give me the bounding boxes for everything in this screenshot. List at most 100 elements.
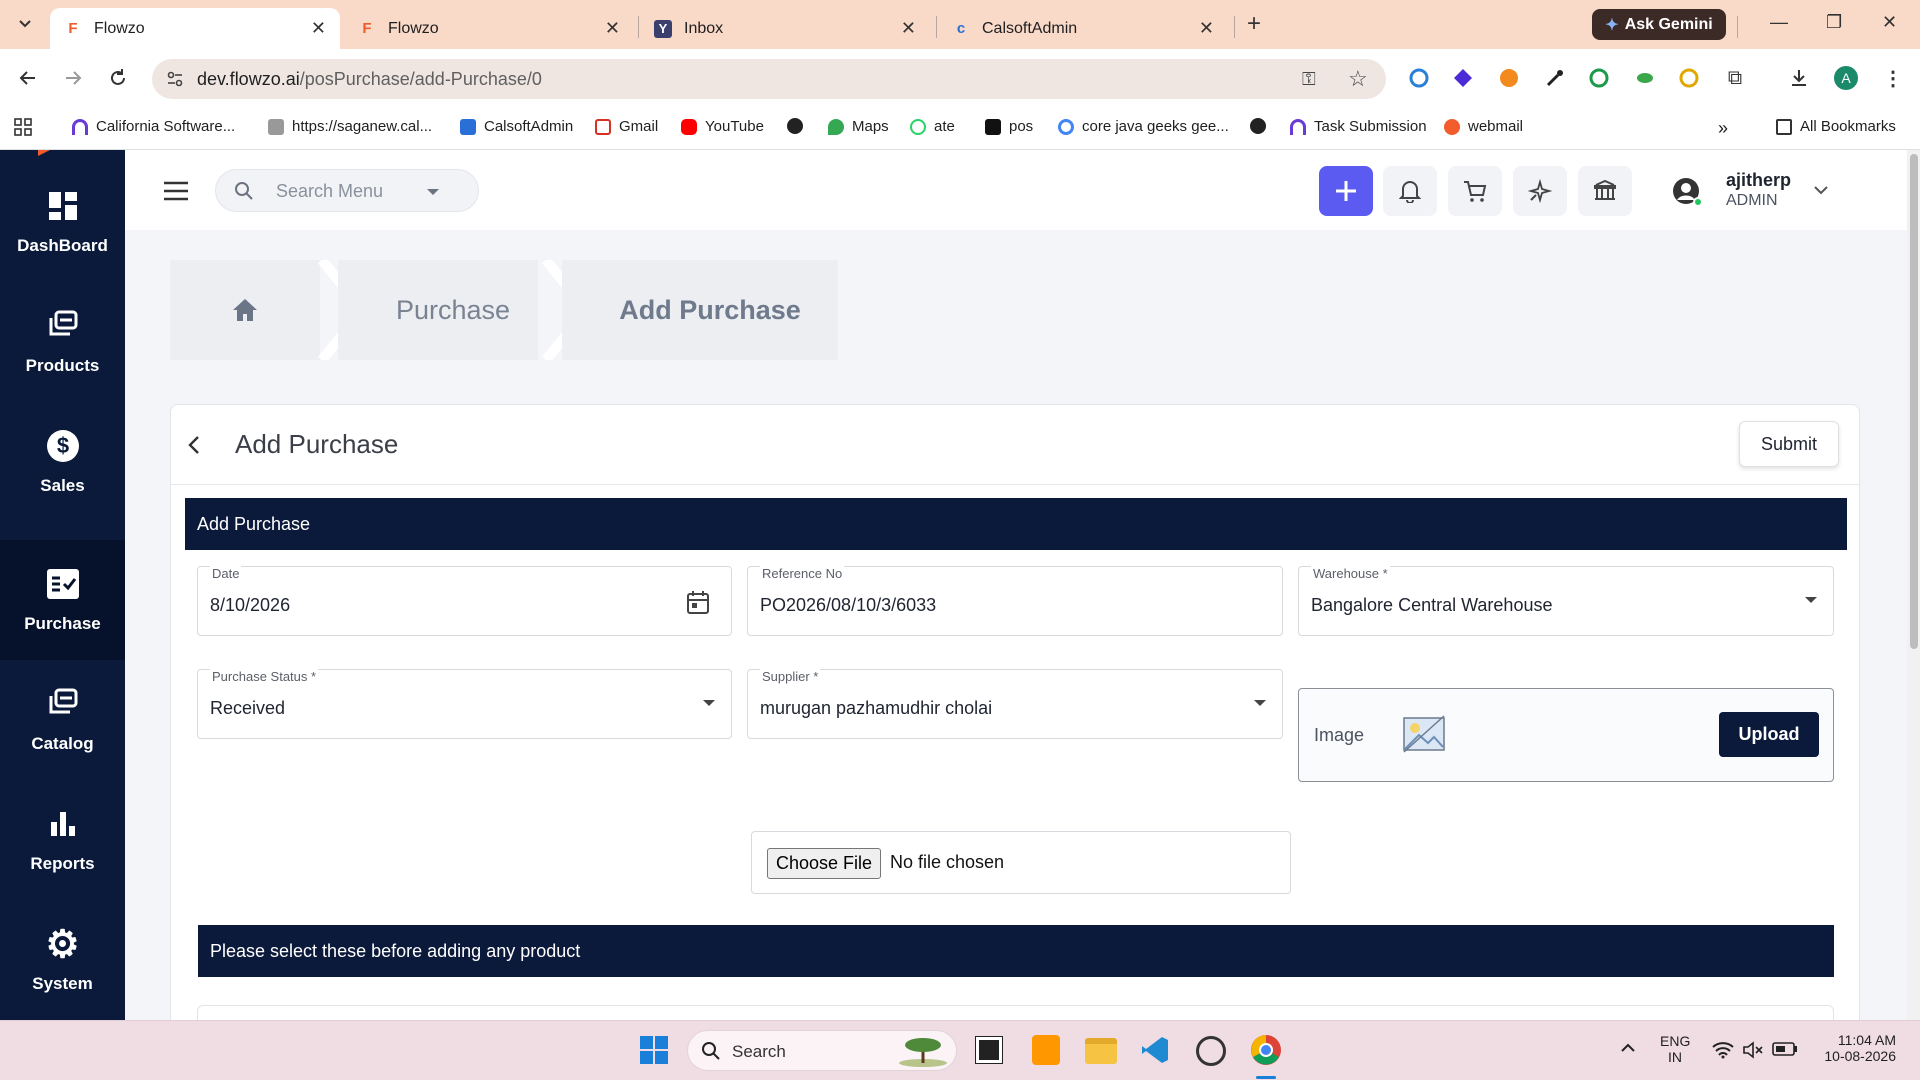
sidebar-item-dashboard[interactable]: DashBoard bbox=[0, 162, 125, 282]
address-bar[interactable]: dev.flowzo.ai/posPurchase/add-Purchase/0… bbox=[152, 59, 1386, 99]
chrome-icon[interactable] bbox=[1250, 1034, 1282, 1066]
language-indicator[interactable]: ENG IN bbox=[1660, 1033, 1690, 1065]
tab-separator bbox=[638, 16, 639, 38]
user-menu-chevron-down-icon[interactable] bbox=[1813, 184, 1829, 196]
site-settings-icon[interactable] bbox=[166, 70, 184, 88]
sidebar-item-label: Purchase bbox=[24, 614, 101, 633]
dropdown-arrow-icon bbox=[1254, 700, 1266, 706]
store-button[interactable] bbox=[1578, 166, 1632, 216]
bookmark-saganew[interactable]: https://saganew.cal... bbox=[268, 118, 432, 135]
bookmark-calsoftadmin[interactable]: CalsoftAdmin bbox=[460, 118, 573, 135]
clock[interactable]: 11:04 AM 10-08-2026 bbox=[1812, 1032, 1896, 1064]
apps-grid-icon[interactable] bbox=[14, 118, 32, 136]
choose-file-button[interactable]: Choose File bbox=[767, 848, 882, 879]
bookmark-task-submission[interactable]: Task Submission bbox=[1290, 118, 1427, 135]
password-key-icon[interactable]: ⚿ bbox=[1302, 69, 1316, 90]
quick-add-button[interactable] bbox=[1319, 166, 1373, 216]
bookmark-core-java[interactable]: core java geeks gee... bbox=[1058, 118, 1229, 135]
sidebar-item-sales[interactable]: $ Sales bbox=[0, 402, 125, 522]
browser-tab-inbox[interactable]: Y Inbox ✕ bbox=[640, 8, 930, 49]
cart-button[interactable] bbox=[1448, 166, 1502, 216]
bookmark-gmail[interactable]: Gmail bbox=[595, 118, 658, 135]
extension-orange-icon[interactable] bbox=[1496, 65, 1522, 91]
dollar-icon: $ bbox=[45, 428, 81, 464]
warehouse-select[interactable]: Warehouse * Bangalore Central Warehouse bbox=[1298, 566, 1834, 636]
bookmark-maps[interactable]: Maps bbox=[828, 118, 889, 135]
search-menu-input[interactable]: Search Menu bbox=[215, 169, 479, 212]
submit-button[interactable]: Submit bbox=[1739, 421, 1839, 467]
back-chevron-icon[interactable] bbox=[187, 435, 201, 455]
close-tab-icon[interactable]: ✕ bbox=[311, 18, 326, 39]
breadcrumb-item-purchase[interactable]: Purchase bbox=[338, 260, 538, 360]
profile-avatar[interactable]: A bbox=[1834, 66, 1858, 90]
bookmark-youtube[interactable]: YouTube bbox=[681, 118, 764, 135]
chevron-down-icon[interactable] bbox=[427, 189, 439, 195]
task-view-icon[interactable] bbox=[975, 1036, 1003, 1064]
page-scrollbar[interactable] bbox=[1907, 150, 1920, 1020]
breadcrumb-label: Add Purchase bbox=[619, 294, 801, 325]
sublime-text-icon[interactable] bbox=[1032, 1035, 1060, 1065]
sidebar-item-catalog[interactable]: Catalog bbox=[0, 660, 125, 780]
bookmark-globe-2[interactable] bbox=[1250, 118, 1274, 134]
extension-leaf-icon[interactable] bbox=[1632, 65, 1658, 91]
bookmark-california-software[interactable]: California Software... bbox=[72, 118, 235, 135]
bookmark-ate[interactable]: ate bbox=[910, 118, 955, 135]
supplier-select[interactable]: Supplier * murugan pazhamudhir cholai bbox=[747, 669, 1283, 739]
scrollbar-thumb[interactable] bbox=[1910, 154, 1918, 649]
breadcrumb-home[interactable] bbox=[170, 260, 320, 360]
hamburger-menu-icon[interactable] bbox=[163, 181, 189, 201]
extensions-puzzle-icon[interactable]: ⧉ bbox=[1722, 65, 1748, 91]
search-icon bbox=[701, 1041, 721, 1061]
close-tab-icon[interactable]: ✕ bbox=[605, 18, 620, 39]
ask-gemini-button[interactable]: ✦ Ask Gemini bbox=[1592, 9, 1726, 40]
extension-blue-icon[interactable] bbox=[1406, 65, 1432, 91]
forward-arrow-icon[interactable] bbox=[60, 65, 86, 91]
calendar-icon[interactable] bbox=[687, 590, 709, 614]
close-window-icon[interactable]: ✕ bbox=[1882, 12, 1897, 33]
purchase-icon bbox=[45, 566, 81, 602]
reference-no-field[interactable]: Reference No PO2026/08/10/3/6033 bbox=[747, 566, 1283, 636]
volume-muted-icon[interactable] bbox=[1742, 1041, 1764, 1059]
show-hidden-icons-chevron-icon[interactable] bbox=[1620, 1043, 1636, 1053]
browser-tab-flowzo-active[interactable]: F Flowzo ✕ bbox=[50, 8, 340, 49]
purchase-status-select[interactable]: Purchase Status * Received bbox=[197, 669, 732, 739]
extension-purple-icon[interactable] bbox=[1450, 65, 1476, 91]
bookmark-globe[interactable] bbox=[787, 118, 811, 134]
back-arrow-icon[interactable] bbox=[15, 65, 41, 91]
new-tab-plus-icon[interactable]: + bbox=[1247, 10, 1261, 38]
ai-sparkle-button[interactable] bbox=[1513, 166, 1567, 216]
taskbar-search-box[interactable]: Search bbox=[687, 1030, 957, 1071]
extension-green-icon[interactable] bbox=[1586, 65, 1612, 91]
windows-start-icon[interactable] bbox=[640, 1036, 668, 1064]
bookmark-pos[interactable]: pos bbox=[985, 118, 1033, 135]
vscode-icon[interactable] bbox=[1140, 1035, 1170, 1065]
close-tab-icon[interactable]: ✕ bbox=[901, 18, 916, 39]
eyedropper-icon[interactable] bbox=[1542, 65, 1568, 91]
tab-search-chevron-icon[interactable] bbox=[16, 14, 34, 32]
browser-tab-calsoftadmin[interactable]: c CalsoftAdmin ✕ bbox=[938, 8, 1228, 49]
sidebar-item-products[interactable]: Products bbox=[0, 282, 125, 402]
notifications-button[interactable] bbox=[1383, 166, 1437, 216]
sidebar-item-purchase[interactable]: Purchase bbox=[0, 540, 125, 660]
battery-icon[interactable] bbox=[1772, 1041, 1798, 1057]
bookmark-star-icon[interactable]: ☆ bbox=[1348, 66, 1368, 92]
more-bookmarks-chevron-icon[interactable]: » bbox=[1718, 118, 1728, 139]
close-tab-icon[interactable]: ✕ bbox=[1199, 18, 1214, 39]
date-field[interactable]: Date 8/10/2026 bbox=[197, 566, 732, 636]
extension-yellow-icon[interactable] bbox=[1676, 65, 1702, 91]
sidebar-item-reports[interactable]: Reports bbox=[0, 780, 125, 900]
bookmark-webmail[interactable]: webmail bbox=[1444, 118, 1523, 135]
wifi-icon[interactable] bbox=[1712, 1041, 1734, 1059]
browser-menu-icon[interactable]: ⋮ bbox=[1880, 65, 1906, 91]
user-avatar[interactable] bbox=[1672, 177, 1703, 207]
browser-tab-flowzo[interactable]: F Flowzo ✕ bbox=[344, 8, 634, 49]
reload-icon[interactable] bbox=[105, 65, 131, 91]
download-icon[interactable] bbox=[1786, 65, 1812, 91]
sidebar-item-system[interactable]: ⚙ System bbox=[0, 900, 125, 1020]
upload-button[interactable]: Upload bbox=[1719, 712, 1819, 757]
file-explorer-icon[interactable] bbox=[1085, 1038, 1117, 1064]
restore-window-icon[interactable]: ❐ bbox=[1826, 12, 1842, 33]
all-bookmarks[interactable]: All Bookmarks bbox=[1776, 118, 1896, 135]
chatgpt-icon[interactable] bbox=[1196, 1036, 1226, 1066]
minimize-window-icon[interactable]: — bbox=[1770, 12, 1788, 33]
